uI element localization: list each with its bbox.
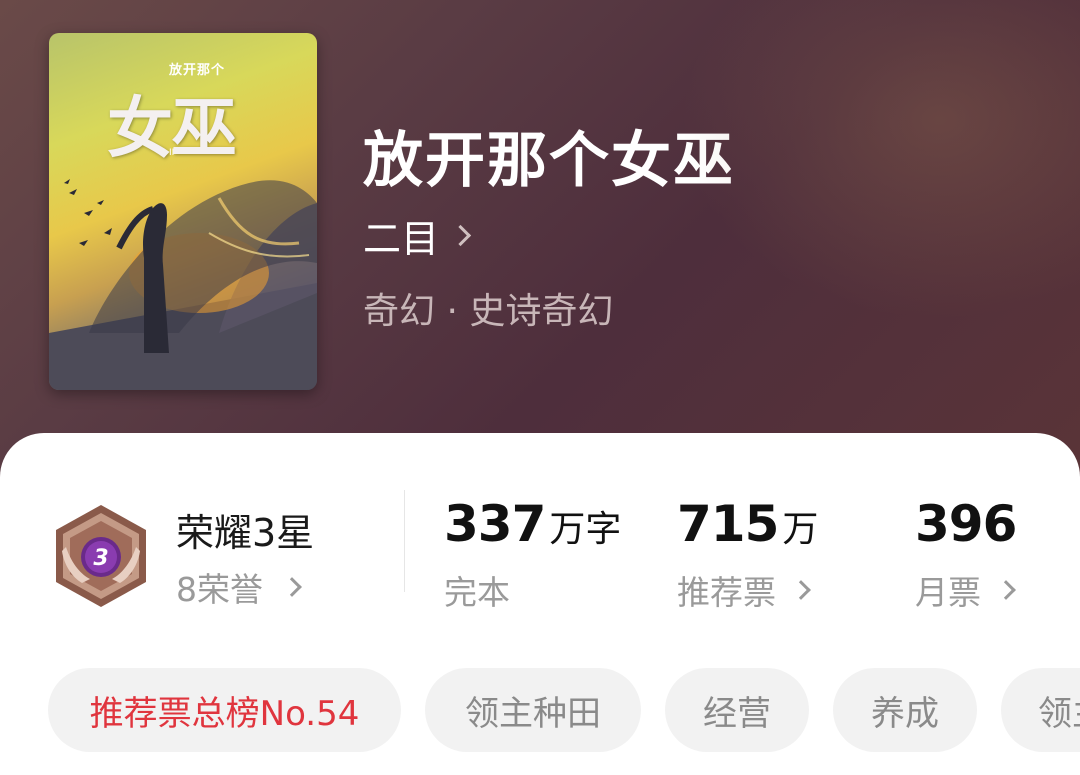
tag-lord[interactable]: 领主 [1001,668,1080,752]
tag-lord-farming[interactable]: 领主种田 [425,668,641,752]
honor-badge-icon[interactable]: 3 [52,503,150,613]
genre-label: 奇幻 · 史诗奇幻 [363,291,614,332]
recommend-votes-value: 715 [677,495,779,553]
honor-points: 8荣誉 [176,570,263,609]
divider [404,490,405,592]
tag-raising[interactable]: 养成 [833,668,977,752]
book-header: 放开那个 女巫 II 放开那个女巫 二目 奇幻 · 史诗奇幻 [0,0,1080,480]
author-link[interactable]: 二目 [363,208,472,263]
tag-management[interactable]: 经营 [665,668,809,752]
honor-title: 荣耀3星 [176,511,315,555]
recommend-votes-link[interactable]: 推荐票 [677,566,811,614]
word-count-value: 337 [444,495,546,553]
chevron-right-icon [449,224,472,247]
monthly-votes: 396 [915,495,1017,553]
monthly-votes-label: 月票 [915,573,981,612]
word-count: 337 万字 [444,495,621,553]
recommend-votes-label: 推荐票 [677,573,776,612]
word-count-unit: 万字 [549,509,622,550]
completion-status: 完本 [444,566,510,614]
monthly-votes-link[interactable]: 月票 [915,566,1016,614]
monthly-votes-value: 396 [915,495,1017,553]
book-title: 放开那个女巫 [363,126,735,196]
chevron-right-icon [791,580,811,600]
cover-volume-mark: II [169,148,175,158]
recommend-votes-unit: 万 [782,509,819,550]
honor-link[interactable]: 8荣誉 [176,563,302,611]
chevron-right-icon [996,580,1016,600]
author-name: 二目 [363,217,440,261]
badge-number: 3 [93,546,108,571]
completion-label: 完本 [444,573,510,612]
recommend-votes: 715 万 [677,495,818,553]
book-cover[interactable]: 放开那个 女巫 II [49,33,317,390]
tag-rank[interactable]: 推荐票总榜No.54 [48,668,401,752]
chevron-right-icon [282,577,302,597]
